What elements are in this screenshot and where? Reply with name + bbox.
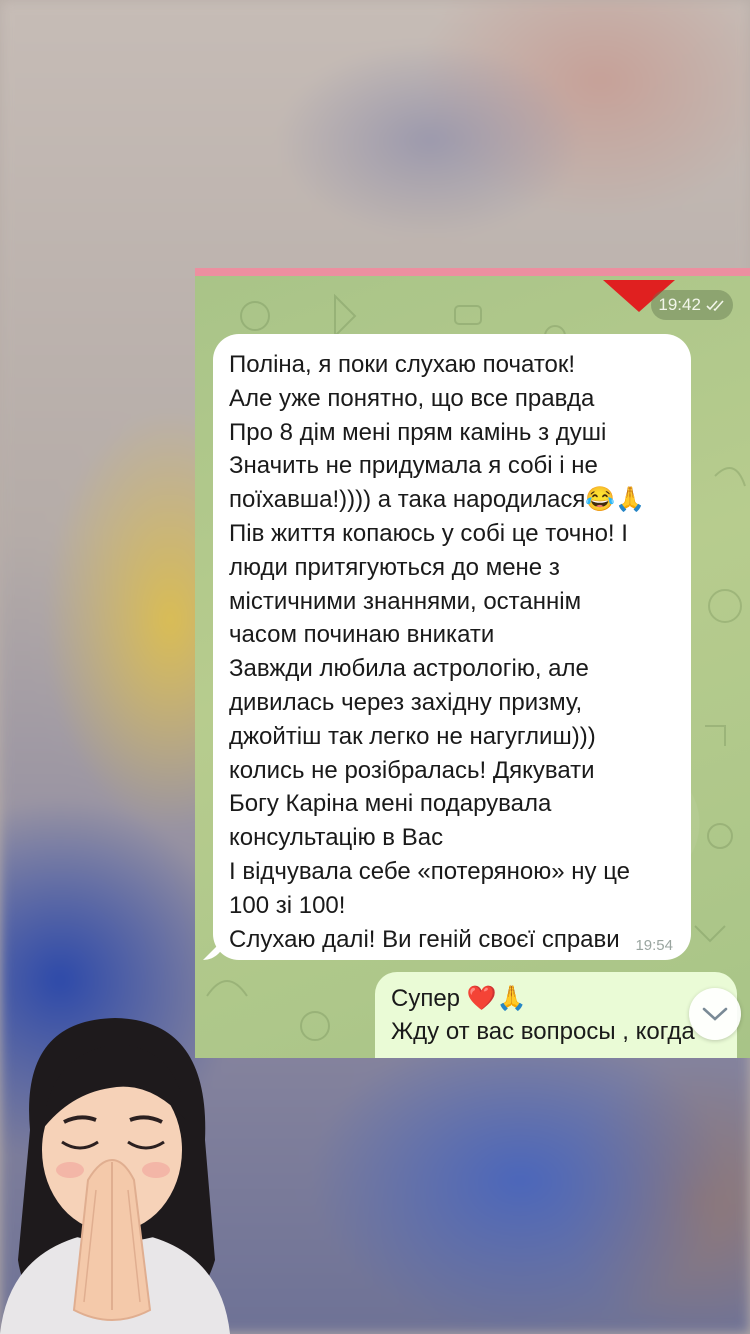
incoming-message-line: часом починаю вникати bbox=[229, 621, 495, 649]
scroll-down-button[interactable] bbox=[689, 988, 741, 1040]
praying-memoji-sticker bbox=[0, 1018, 230, 1334]
incoming-message-line: Поліна, я поки слухаю початок! bbox=[229, 351, 576, 378]
incoming-message-line: поїхавша!)))) а така народилася😂🙏 bbox=[229, 486, 646, 514]
incoming-message-line: І відчувала себе «потеряною» ну це bbox=[229, 857, 631, 885]
incoming-message-line: колись не розібралась! Дякувати bbox=[229, 756, 595, 784]
incoming-message-line: консультацію в Вас bbox=[229, 824, 444, 852]
incoming-message-line: дивилась через західну призму, bbox=[229, 688, 583, 716]
incoming-message-line: Про 8 дім мені прям камінь з душі bbox=[229, 418, 607, 446]
incoming-message-line: Пів життя копаюсь у собі це точно! І bbox=[229, 519, 628, 547]
header-time: 19:42 bbox=[658, 295, 701, 314]
incoming-message-line: Значить не придумала я собі і не bbox=[229, 452, 598, 480]
chevron-down-icon bbox=[702, 1007, 728, 1021]
incoming-message-line: Слухаю далі! Ви геній своєї справи bbox=[229, 925, 620, 953]
outgoing-message-line-2: Жду от вас вопросы , когда bbox=[391, 1018, 695, 1045]
incoming-message-line: джойтіш так легко не нагуглиш))) bbox=[229, 722, 596, 750]
incoming-message-line: Але уже понятно, що все правда bbox=[229, 384, 595, 412]
top-accent-strip bbox=[195, 268, 750, 276]
incoming-message-line: Завжди любила астрологію, але bbox=[229, 655, 589, 683]
incoming-message-bubble: Поліна, я поки слухаю початок! Але уже по… bbox=[213, 334, 691, 960]
incoming-message-text: Поліна, я поки слухаю початок! Але уже по… bbox=[229, 348, 677, 956]
incoming-message-line: люди притягуються до мене з bbox=[229, 553, 560, 581]
header-time-pill: 19:42 bbox=[651, 290, 733, 320]
outgoing-message-line-1: Супер ❤️🙏 bbox=[391, 985, 527, 1012]
incoming-message-line: Богу Каріна мені подарувала bbox=[229, 790, 552, 818]
chat-screenshot: 19:42 Поліна, я поки слухаю початок! Але … bbox=[195, 276, 750, 1058]
double-check-icon bbox=[706, 299, 724, 311]
incoming-message-line: 100 зі 100! bbox=[229, 891, 346, 919]
incoming-message-time: 19:54 bbox=[635, 937, 673, 954]
incoming-message-line: містичними знаннями, останнім bbox=[229, 587, 582, 615]
outgoing-message-bubble: Супер ❤️🙏 Жду от вас вопросы , когда bbox=[375, 972, 737, 1058]
